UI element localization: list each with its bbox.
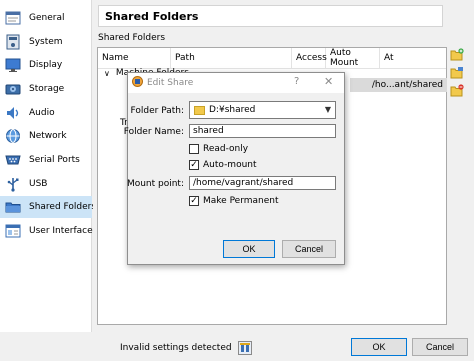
- sidebar-item-general[interactable]: General: [0, 7, 92, 29]
- auto-mount-checkbox-row[interactable]: ✓ Auto-mount: [189, 160, 257, 170]
- remove-folder-icon[interactable]: [450, 84, 464, 98]
- dialog-title: Edit Share: [147, 78, 194, 88]
- warning-icon[interactable]: [237, 341, 252, 355]
- page-title: Shared Folders: [105, 9, 199, 23]
- add-folder-icon[interactable]: [450, 48, 464, 62]
- folder-path-value: D:¥shared: [209, 105, 256, 115]
- chevron-down-icon: ∨: [104, 68, 110, 78]
- table-toolbar: [450, 48, 466, 102]
- column-header-at[interactable]: At: [380, 48, 446, 68]
- cancel-button[interactable]: Cancel: [412, 338, 468, 356]
- general-icon: [4, 9, 22, 27]
- status-bar: Invalid settings detected: [120, 341, 252, 355]
- sidebar-item-network[interactable]: Network: [0, 125, 92, 147]
- edit-share-dialog: Edit Share ? ✕ Folder Path: D:¥shared ▼ …: [124, 72, 345, 265]
- sidebar-item-serial-ports[interactable]: Serial Ports: [0, 149, 92, 171]
- system-icon: [4, 33, 22, 51]
- sidebar-item-label: Shared Folders: [29, 202, 97, 212]
- folder-name-field[interactable]: shared: [189, 124, 336, 138]
- status-text: Invalid settings detected: [120, 343, 232, 353]
- help-icon[interactable]: ?: [294, 76, 299, 87]
- ok-button[interactable]: OK: [351, 338, 407, 356]
- display-icon: [4, 56, 22, 74]
- table-row[interactable]: /ho...ant/shared: [350, 78, 447, 92]
- virtualbox-logo-icon: [132, 76, 143, 90]
- sidebar-item-system[interactable]: System: [0, 31, 92, 53]
- audio-icon: [4, 104, 22, 122]
- folder-path-select[interactable]: D:¥shared ▼: [189, 101, 336, 119]
- read-only-checkbox[interactable]: [189, 144, 199, 154]
- folder-icon: [194, 105, 205, 115]
- mount-point-label: Mount point:: [126, 179, 184, 189]
- sidebar-item-shared-folders[interactable]: Shared Folders: [0, 196, 96, 218]
- sidebar-item-label: Display: [29, 60, 63, 70]
- sidebar-item-label: Network: [29, 131, 67, 141]
- mount-point-field[interactable]: /home/vagrant/shared: [189, 176, 336, 190]
- sidebar-item-usb[interactable]: USB: [0, 173, 92, 195]
- folder-path-label: Folder Path:: [130, 106, 184, 116]
- network-icon: [4, 127, 22, 145]
- sidebar-item-label: USB: [29, 179, 48, 189]
- dialog-cancel-button[interactable]: Cancel: [282, 240, 336, 258]
- usb-icon: [4, 175, 22, 193]
- column-header-name[interactable]: Name: [98, 48, 171, 68]
- storage-icon: [4, 80, 22, 98]
- auto-mount-checkbox[interactable]: ✓: [189, 160, 199, 170]
- dialog-titlebar: Edit Share ? ✕: [128, 73, 344, 93]
- edit-folder-icon[interactable]: [450, 66, 464, 80]
- chevron-down-icon: ▼: [324, 105, 331, 114]
- sidebar-item-label: System: [29, 37, 63, 47]
- folder-name-label: Folder Name:: [123, 127, 184, 137]
- page-header: Shared Folders: [98, 5, 443, 27]
- settings-sidebar: General System Display Storage Audio Net…: [0, 0, 96, 332]
- make-permanent-checkbox-row[interactable]: ✓ Make Permanent: [189, 196, 279, 206]
- auto-mount-label: Auto-mount: [203, 160, 257, 170]
- sidebar-item-label: Storage: [29, 84, 65, 94]
- section-label: Shared Folders: [98, 33, 166, 43]
- read-only-checkbox-row[interactable]: Read-only: [189, 144, 248, 154]
- user-interface-icon: [4, 222, 22, 240]
- serial-port-icon: [4, 151, 22, 169]
- sidebar-item-label: User Interface: [29, 226, 93, 236]
- read-only-label: Read-only: [203, 144, 249, 154]
- make-permanent-checkbox[interactable]: ✓: [189, 196, 199, 206]
- sidebar-item-label: Audio: [29, 108, 55, 118]
- shared-folder-icon: [4, 198, 22, 216]
- sidebar-item-storage[interactable]: Storage: [0, 78, 92, 100]
- column-header-auto-mount[interactable]: Auto Mount: [326, 48, 380, 68]
- sidebar-item-user-interface[interactable]: User Interface: [0, 220, 93, 242]
- column-header-path[interactable]: Path: [171, 48, 292, 68]
- sidebar-item-label: General: [29, 13, 65, 23]
- make-permanent-label: Make Permanent: [203, 196, 279, 206]
- dialog-ok-button[interactable]: OK: [223, 240, 275, 258]
- sidebar-item-label: Serial Ports: [29, 155, 80, 165]
- sidebar-item-display[interactable]: Display: [0, 54, 92, 76]
- column-header-access[interactable]: Access: [292, 48, 327, 68]
- table-cell-at: /ho...ant/shared: [371, 80, 443, 90]
- close-icon[interactable]: ✕: [324, 75, 333, 88]
- sidebar-item-audio[interactable]: Audio: [0, 102, 92, 124]
